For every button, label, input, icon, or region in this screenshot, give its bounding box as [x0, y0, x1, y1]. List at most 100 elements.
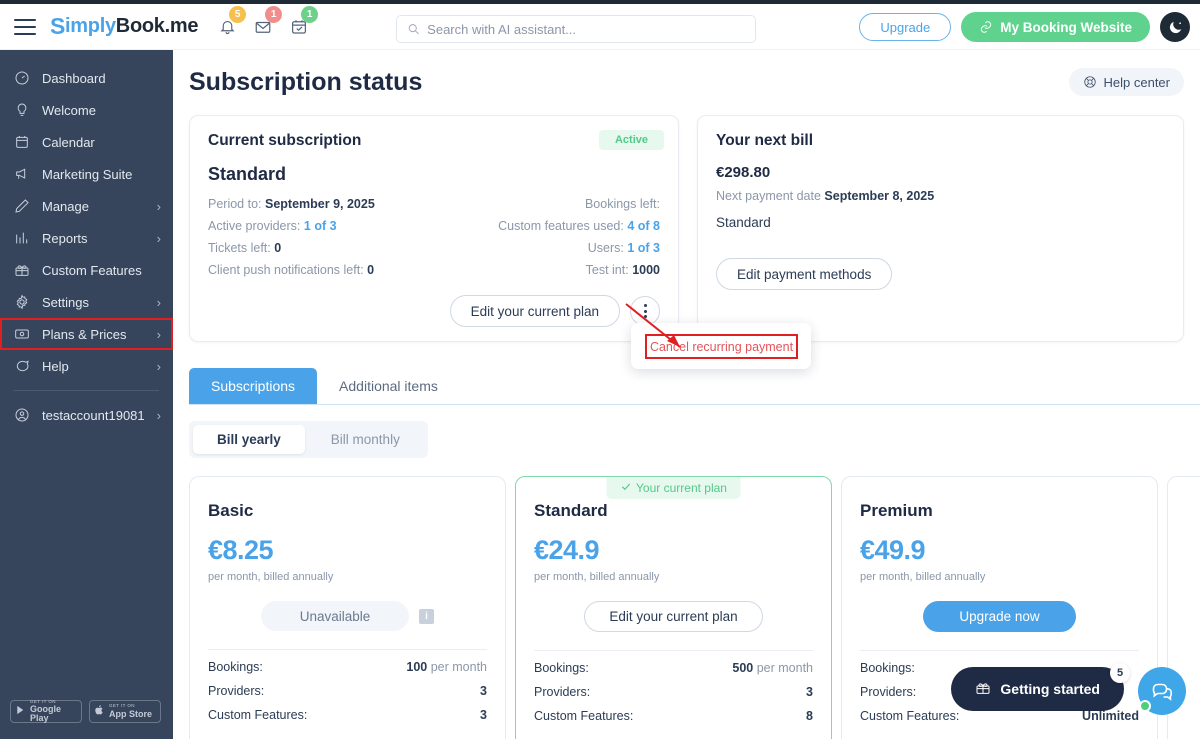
- plan-price-sub: per month, billed annually: [860, 571, 986, 583]
- logo-imply: imply: [65, 15, 116, 37]
- bell-badge-count: 5: [229, 5, 247, 23]
- sidebar-divider: [14, 390, 159, 391]
- app-logo[interactable]: Simply Book .me: [50, 13, 198, 40]
- gift-icon: [975, 680, 991, 699]
- sidebar-label: Marketing Suite: [42, 166, 133, 182]
- plan-price: €8.25: [208, 535, 274, 565]
- plan-feature-custom-features: Custom Features: 3: [208, 708, 487, 722]
- sidebar-item-plans-and-prices[interactable]: Plans & Prices ›: [0, 318, 173, 350]
- feature-value: 3: [480, 684, 487, 698]
- current-subscription-actions: Edit your current plan: [208, 295, 660, 327]
- sidebar-item-manage[interactable]: Manage ›: [0, 190, 173, 222]
- chat-icon: [14, 358, 36, 374]
- info-icon[interactable]: i: [419, 608, 434, 624]
- chat-bubbles-icon[interactable]: [1138, 667, 1186, 715]
- upgrade-now-button[interactable]: Upgrade now: [923, 601, 1076, 632]
- detail-value: 0: [367, 263, 375, 277]
- detail-label: Tickets left:: [208, 241, 271, 255]
- getting-started-button[interactable]: Getting started 5: [951, 663, 1130, 711]
- sidebar-item-welcome[interactable]: Welcome: [0, 94, 173, 126]
- tab-subscriptions[interactable]: Subscriptions: [189, 368, 318, 404]
- header-actions: Upgrade My Booking Website: [859, 12, 1190, 42]
- feature-label: Custom Features:: [534, 709, 634, 723]
- upgrade-button[interactable]: Upgrade: [859, 13, 952, 41]
- logo-book: Book: [115, 15, 165, 37]
- envelope-icon[interactable]: 1: [252, 5, 283, 39]
- kebab-dot: [643, 309, 647, 313]
- page-title: Subscription status: [189, 68, 423, 96]
- subscription-details: Period to: September 9, 2025 Active prov…: [208, 193, 660, 281]
- subscription-details-right: Bookings left: Custom features used: 4 o…: [434, 193, 660, 281]
- app-store-name: App Store: [109, 708, 153, 719]
- sidebar-item-settings[interactable]: Settings ›: [0, 286, 173, 318]
- sidebar-label: Custom Features: [42, 262, 142, 278]
- edit-current-plan-button[interactable]: Edit your current plan: [584, 601, 763, 632]
- sidebar-label: Welcome: [42, 102, 96, 118]
- header-notification-icons: 5 1 1: [216, 5, 319, 39]
- pencil-icon: [14, 198, 36, 214]
- plan-price-sub: per month, billed annually: [208, 571, 334, 583]
- plan-name: Premium: [860, 501, 933, 520]
- kebab-menu-icon[interactable]: [630, 296, 660, 326]
- detail-label: Users:: [587, 241, 624, 255]
- sidebar-item-calendar[interactable]: Calendar: [0, 126, 173, 158]
- search-input[interactable]: [427, 21, 745, 37]
- sidebar-item-reports[interactable]: Reports ›: [0, 222, 173, 254]
- edit-current-plan-button[interactable]: Edit your current plan: [449, 295, 620, 327]
- next-bill-plan-name: Standard: [716, 215, 771, 230]
- detail-row: Users: 1 of 3: [434, 237, 660, 259]
- plan-feature-bookings: Bookings: 500 per month: [534, 661, 813, 675]
- feature-value: 3: [806, 685, 813, 699]
- plan-cta-row: Upgrade now: [860, 601, 1139, 632]
- lightbulb-icon: [14, 102, 36, 118]
- google-play-badge[interactable]: GET IT ON Google Play: [10, 699, 82, 723]
- feature-value: 3: [480, 708, 487, 722]
- feature-unit: per month: [756, 661, 813, 675]
- feature-label: Providers:: [534, 685, 591, 699]
- chevron-right-icon: ›: [156, 198, 161, 214]
- feature-value: 8: [806, 709, 813, 723]
- sidebar-label: Reports: [42, 230, 88, 246]
- detail-row: Test int: 1000: [434, 259, 660, 281]
- help-center-button[interactable]: Help center: [1068, 68, 1184, 96]
- unavailable-button[interactable]: Unavailable: [261, 601, 409, 631]
- tab-additional-items[interactable]: Additional items: [317, 368, 460, 404]
- sidebar-item-custom-features[interactable]: Custom Features: [0, 254, 173, 286]
- bell-icon[interactable]: 5: [216, 5, 247, 39]
- moon-icon[interactable]: [1160, 12, 1190, 42]
- sidebar: Dashboard Welcome Calendar Marketing Sui…: [0, 50, 173, 739]
- plan-name: Basic: [208, 501, 254, 520]
- sidebar-account-label: testaccount19081: [42, 407, 145, 423]
- bill-monthly-option[interactable]: Bill monthly: [307, 425, 424, 454]
- getting-started-count-badge: 5: [1110, 663, 1130, 683]
- cancel-recurring-payment-item[interactable]: Cancel recurring payment: [645, 334, 798, 359]
- content-tabs: Subscriptions Additional items: [189, 368, 1200, 405]
- chevron-right-icon: ›: [156, 358, 161, 374]
- global-search[interactable]: [396, 15, 756, 43]
- next-payment-date-label: Next payment date: [716, 189, 821, 203]
- edit-payment-methods-button[interactable]: Edit payment methods: [716, 258, 893, 290]
- plan-price: €49.9: [860, 535, 926, 565]
- menu-toggle-button[interactable]: [14, 18, 36, 35]
- feature-label: Bookings:: [534, 661, 589, 675]
- next-payment-date-row: Next payment date September 8, 2025: [716, 189, 1165, 203]
- sidebar-label: Help: [42, 358, 69, 374]
- sidebar-item-dashboard[interactable]: Dashboard: [0, 62, 173, 94]
- burger-line: [14, 18, 36, 21]
- play-triangle-icon: [15, 703, 26, 721]
- search-icon: [408, 24, 419, 35]
- calendar-check-icon[interactable]: 1: [288, 5, 319, 39]
- sidebar-item-account[interactable]: testaccount19081 ›: [0, 399, 173, 431]
- sidebar-item-marketing-suite[interactable]: Marketing Suite: [0, 158, 173, 190]
- subscription-details-left: Period to: September 9, 2025 Active prov…: [208, 193, 434, 281]
- current-plan-tag: Your current plan: [606, 477, 741, 499]
- detail-row: Bookings left:: [434, 193, 660, 215]
- plan-divider: [860, 650, 1139, 651]
- app-store-badge[interactable]: GET IT ON App Store: [89, 700, 161, 723]
- sidebar-label: Manage: [42, 198, 89, 214]
- my-booking-website-button[interactable]: My Booking Website: [961, 12, 1150, 42]
- plan-cta-row: Edit your current plan: [534, 601, 813, 632]
- sidebar-item-help[interactable]: Help ›: [0, 350, 173, 382]
- next-bill-heading: Your next bill: [716, 132, 814, 149]
- bill-yearly-option[interactable]: Bill yearly: [193, 425, 305, 454]
